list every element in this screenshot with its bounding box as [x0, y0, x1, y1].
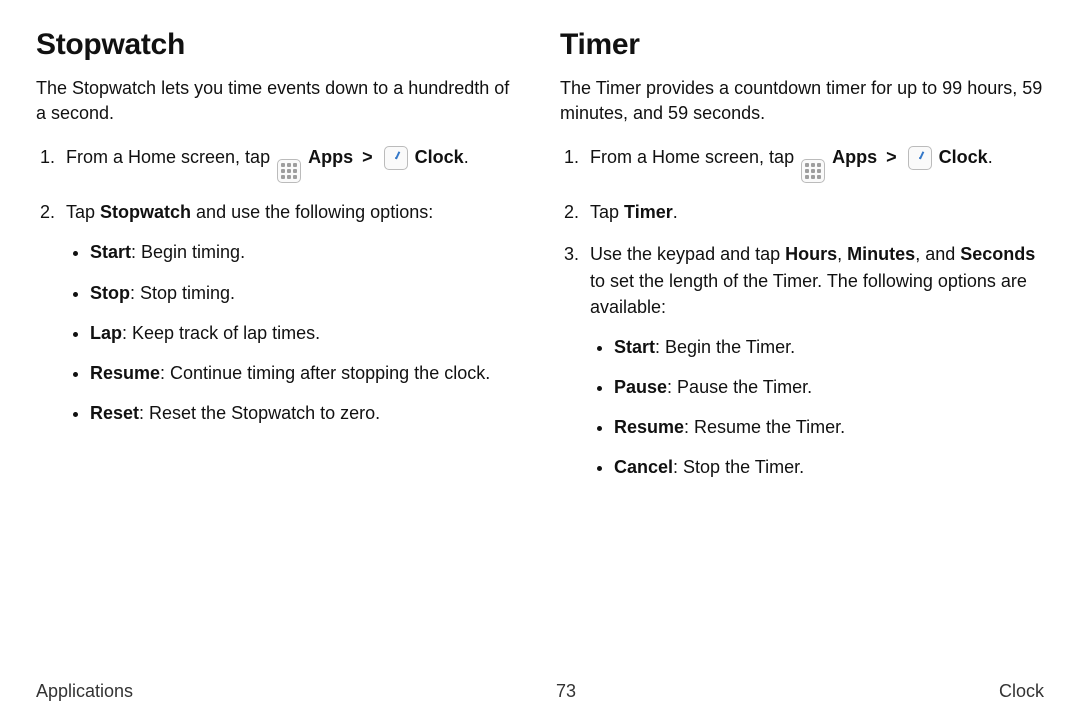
list-item: Cancel: Stop the Timer. — [614, 454, 1044, 480]
s3-p3: , and — [915, 244, 960, 264]
option-desc: : Resume the Timer. — [684, 417, 845, 437]
s3-p4: to set the length of the Timer. The foll… — [590, 271, 1027, 317]
list-item: Stop: Stop timing. — [90, 280, 520, 306]
timer-steps: From a Home screen, tap Apps > Clock. — [560, 144, 1044, 480]
footer-topic-label: Clock — [999, 681, 1044, 702]
clock-label: Clock — [939, 147, 988, 167]
step-text: From a Home screen, tap — [66, 147, 275, 167]
s3-b1: Hours — [785, 244, 837, 264]
option-term: Start — [614, 337, 655, 357]
step-suffix: and use the following options: — [191, 202, 433, 222]
option-desc: : Keep track of lap times. — [122, 323, 320, 343]
timer-step-1: From a Home screen, tap Apps > Clock. — [584, 144, 1044, 183]
step-bold: Timer — [624, 202, 673, 222]
stopwatch-step-1: From a Home screen, tap Apps > Clock. — [60, 144, 520, 183]
option-desc: : Stop the Timer. — [673, 457, 804, 477]
stopwatch-intro: The Stopwatch lets you time events down … — [36, 76, 520, 126]
list-item: Reset: Reset the Stopwatch to zero. — [90, 400, 520, 426]
apps-icon — [277, 159, 301, 183]
timer-intro: The Timer provides a countdown timer for… — [560, 76, 1044, 126]
manual-page: Stopwatch The Stopwatch lets you time ev… — [0, 0, 1080, 720]
option-desc: : Continue timing after stopping the clo… — [160, 363, 490, 383]
clock-hand-glyph — [911, 149, 929, 167]
option-desc: : Begin the Timer. — [655, 337, 795, 357]
chevron-right-icon: > — [362, 144, 373, 170]
step-text: Tap — [590, 202, 624, 222]
option-term: Cancel — [614, 457, 673, 477]
footer-section-label: Applications — [36, 681, 133, 702]
list-item: Start: Begin the Timer. — [614, 334, 1044, 360]
option-desc: : Reset the Stopwatch to zero. — [139, 403, 380, 423]
chevron-right-icon: > — [886, 144, 897, 170]
step-bold: Stopwatch — [100, 202, 191, 222]
timer-section: Timer The Timer provides a countdown tim… — [560, 28, 1044, 496]
apps-label: Apps — [308, 147, 353, 167]
option-term: Pause — [614, 377, 667, 397]
footer-page-number: 73 — [556, 681, 576, 702]
s3-p2: , — [837, 244, 847, 264]
stopwatch-heading: Stopwatch — [36, 28, 520, 62]
two-column-layout: Stopwatch The Stopwatch lets you time ev… — [36, 28, 1044, 496]
clock-label: Clock — [415, 147, 464, 167]
timer-step-3: Use the keypad and tap Hours, Minutes, a… — [584, 241, 1044, 480]
period: . — [464, 147, 469, 167]
s3-p1: Use the keypad and tap — [590, 244, 785, 264]
stopwatch-step-2: Tap Stopwatch and use the following opti… — [60, 199, 520, 426]
period: . — [988, 147, 993, 167]
stopwatch-options-list: Start: Begin timing. Stop: Stop timing. … — [66, 239, 520, 425]
list-item: Start: Begin timing. — [90, 239, 520, 265]
stopwatch-steps: From a Home screen, tap Apps > Clock. — [36, 144, 520, 426]
option-desc: : Begin timing. — [131, 242, 245, 262]
clock-hand-glyph — [387, 149, 405, 167]
step-text: From a Home screen, tap — [590, 147, 799, 167]
list-item: Resume: Continue timing after stopping t… — [90, 360, 520, 386]
apps-dots-grid — [281, 163, 297, 179]
stopwatch-section: Stopwatch The Stopwatch lets you time ev… — [36, 28, 520, 496]
page-footer: Applications 73 Clock — [36, 681, 1044, 702]
option-desc: : Pause the Timer. — [667, 377, 812, 397]
timer-step-2: Tap Timer. — [584, 199, 1044, 225]
clock-icon — [908, 146, 932, 170]
option-term: Reset — [90, 403, 139, 423]
option-term: Stop — [90, 283, 130, 303]
option-desc: : Stop timing. — [130, 283, 235, 303]
clock-icon — [384, 146, 408, 170]
apps-icon — [801, 159, 825, 183]
apps-label: Apps — [832, 147, 877, 167]
apps-dots-grid — [805, 163, 821, 179]
option-term: Lap — [90, 323, 122, 343]
step-text: Tap — [66, 202, 100, 222]
timer-heading: Timer — [560, 28, 1044, 62]
timer-options-list: Start: Begin the Timer. Pause: Pause the… — [590, 334, 1044, 480]
s3-b3: Seconds — [960, 244, 1035, 264]
option-term: Resume — [90, 363, 160, 383]
list-item: Resume: Resume the Timer. — [614, 414, 1044, 440]
list-item: Lap: Keep track of lap times. — [90, 320, 520, 346]
step-suffix: . — [673, 202, 678, 222]
option-term: Resume — [614, 417, 684, 437]
option-term: Start — [90, 242, 131, 262]
list-item: Pause: Pause the Timer. — [614, 374, 1044, 400]
s3-b2: Minutes — [847, 244, 915, 264]
